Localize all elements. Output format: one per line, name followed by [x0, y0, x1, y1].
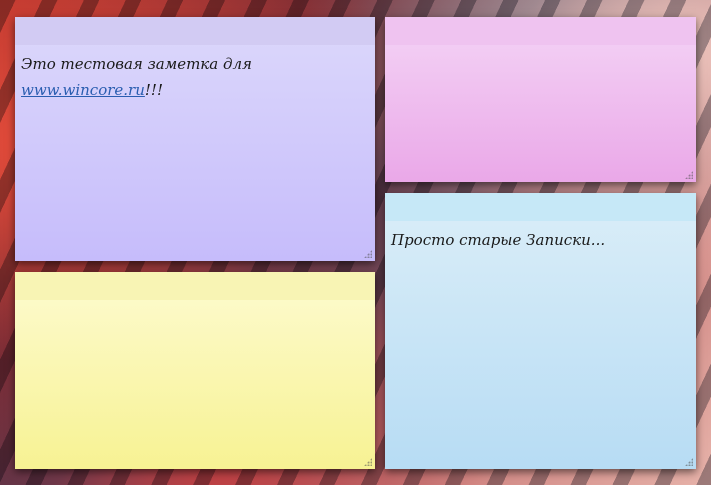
note-title-bar[interactable]	[385, 193, 696, 221]
note-title-bar[interactable]	[385, 17, 696, 45]
sticky-note-purple[interactable]: Это тестовая заметка для www.wincore.ru!…	[15, 17, 375, 261]
resize-grip-icon[interactable]	[364, 250, 372, 258]
resize-grip-icon[interactable]	[685, 171, 693, 179]
note-body[interactable]	[385, 45, 696, 51]
note-text: Это тестовая заметка для	[21, 55, 252, 73]
note-title-bar[interactable]	[15, 272, 375, 300]
note-body[interactable]	[15, 300, 375, 306]
note-text-suffix: !!!	[144, 81, 163, 99]
note-body[interactable]: Это тестовая заметка для www.wincore.ru!…	[15, 45, 375, 103]
note-link[interactable]: www.wincore.ru	[21, 81, 145, 99]
sticky-note-yellow[interactable]	[15, 272, 375, 469]
resize-grip-icon[interactable]	[364, 458, 372, 466]
sticky-note-blue[interactable]: Просто старые Записки...	[385, 193, 696, 469]
resize-grip-icon[interactable]	[685, 458, 693, 466]
note-title-bar[interactable]	[15, 17, 375, 45]
sticky-note-pink[interactable]	[385, 17, 696, 182]
note-body[interactable]: Просто старые Записки...	[385, 221, 696, 253]
